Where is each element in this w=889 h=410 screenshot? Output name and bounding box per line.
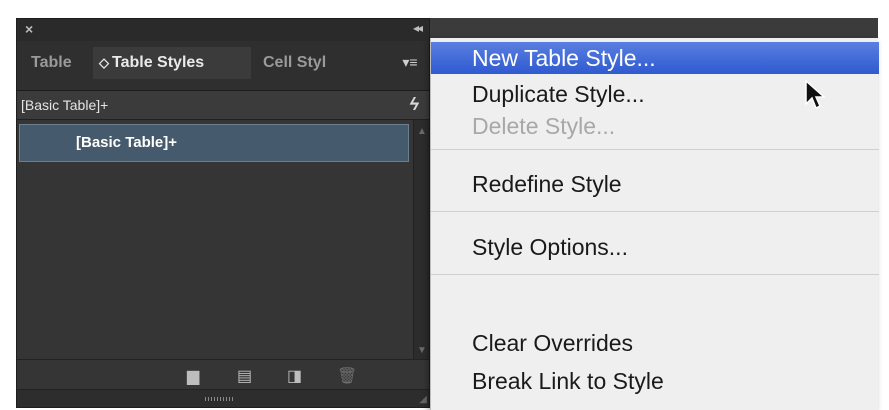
tab-label: Table [31,54,72,71]
close-icon[interactable]: × [25,21,33,37]
menu-item-new-table-style[interactable]: New Table Style... [431,42,879,74]
menu-item-delete-style: Delete Style... [431,110,879,142]
resize-corner-icon[interactable]: ◢ [419,394,427,405]
panel-bottom-toolbar: ▆ ▤ ◨ 🗑 [17,359,429,389]
mouse-pointer-icon [805,80,826,110]
new-group-folder-icon[interactable]: ▆ [187,366,199,386]
table-styles-panel: × ◂◂ Table ◇ Table Styles Cell Styl ▾≡ [B… [16,18,430,408]
panel-resize-gripper[interactable]: ◢ [17,389,429,407]
scroll-up-icon[interactable]: ▲ [417,126,427,137]
current-style-row: [Basic Table]+ ϟ [17,91,429,119]
menu-item-label: Style Options... [472,234,628,260]
trash-icon: 🗑 [337,368,358,385]
menu-item-label: Redefine Style [472,171,622,197]
load-styles-icon[interactable]: ▤ [237,366,252,386]
scrollbar[interactable]: ▲ ▼ [413,120,429,360]
tab-table[interactable]: Table [31,47,91,79]
new-style-icon[interactable]: ◨ [287,366,302,386]
panel-tabs: Table ◇ Table Styles Cell Styl ▾≡ [17,41,429,91]
menu-item-label: Delete Style... [472,113,616,139]
menu-item-label: New Table Style... [472,45,656,71]
collapse-panel-icon[interactable]: ◂◂ [413,21,423,35]
scroll-down-icon[interactable]: ▼ [417,345,427,356]
panel-dock-strip [430,18,878,40]
tab-label: Table Styles [112,54,205,71]
menu-item-label: Break Link to Style [472,368,664,394]
menu-divider [431,211,879,212]
current-style-label: [Basic Table]+ [21,97,109,113]
list-item-label: [Basic Table]+ [76,134,178,151]
lightning-bolt-icon[interactable]: ϟ [409,94,419,115]
tab-cell-styles[interactable]: Cell Styl [263,47,367,79]
gripper-lines [205,397,235,401]
list-item[interactable]: [Basic Table]+ [19,124,409,162]
tab-table-styles[interactable]: ◇ Table Styles [93,47,251,79]
updown-arrows-icon: ◇ [99,55,109,70]
menu-divider [431,149,879,150]
menu-divider [431,274,879,275]
menu-item-break-link-to-style[interactable]: Break Link to Style [431,365,879,397]
menu-item-label: Clear Overrides [472,330,634,356]
menu-item-redefine-style[interactable]: Redefine Style [431,168,879,200]
panel-menu-button[interactable]: ▾≡ [399,53,421,71]
panel-menu-icon: ▾≡ [402,54,418,70]
menu-item-clear-overrides[interactable]: Clear Overrides [431,327,879,359]
tab-label: Cell Styl [263,54,327,71]
menu-item-style-options[interactable]: Style Options... [431,231,879,263]
menu-item-label: Duplicate Style... [472,81,645,107]
styles-list: [Basic Table]+ ▲ ▼ [17,119,429,360]
panel-titlebar: × ◂◂ [17,19,429,41]
